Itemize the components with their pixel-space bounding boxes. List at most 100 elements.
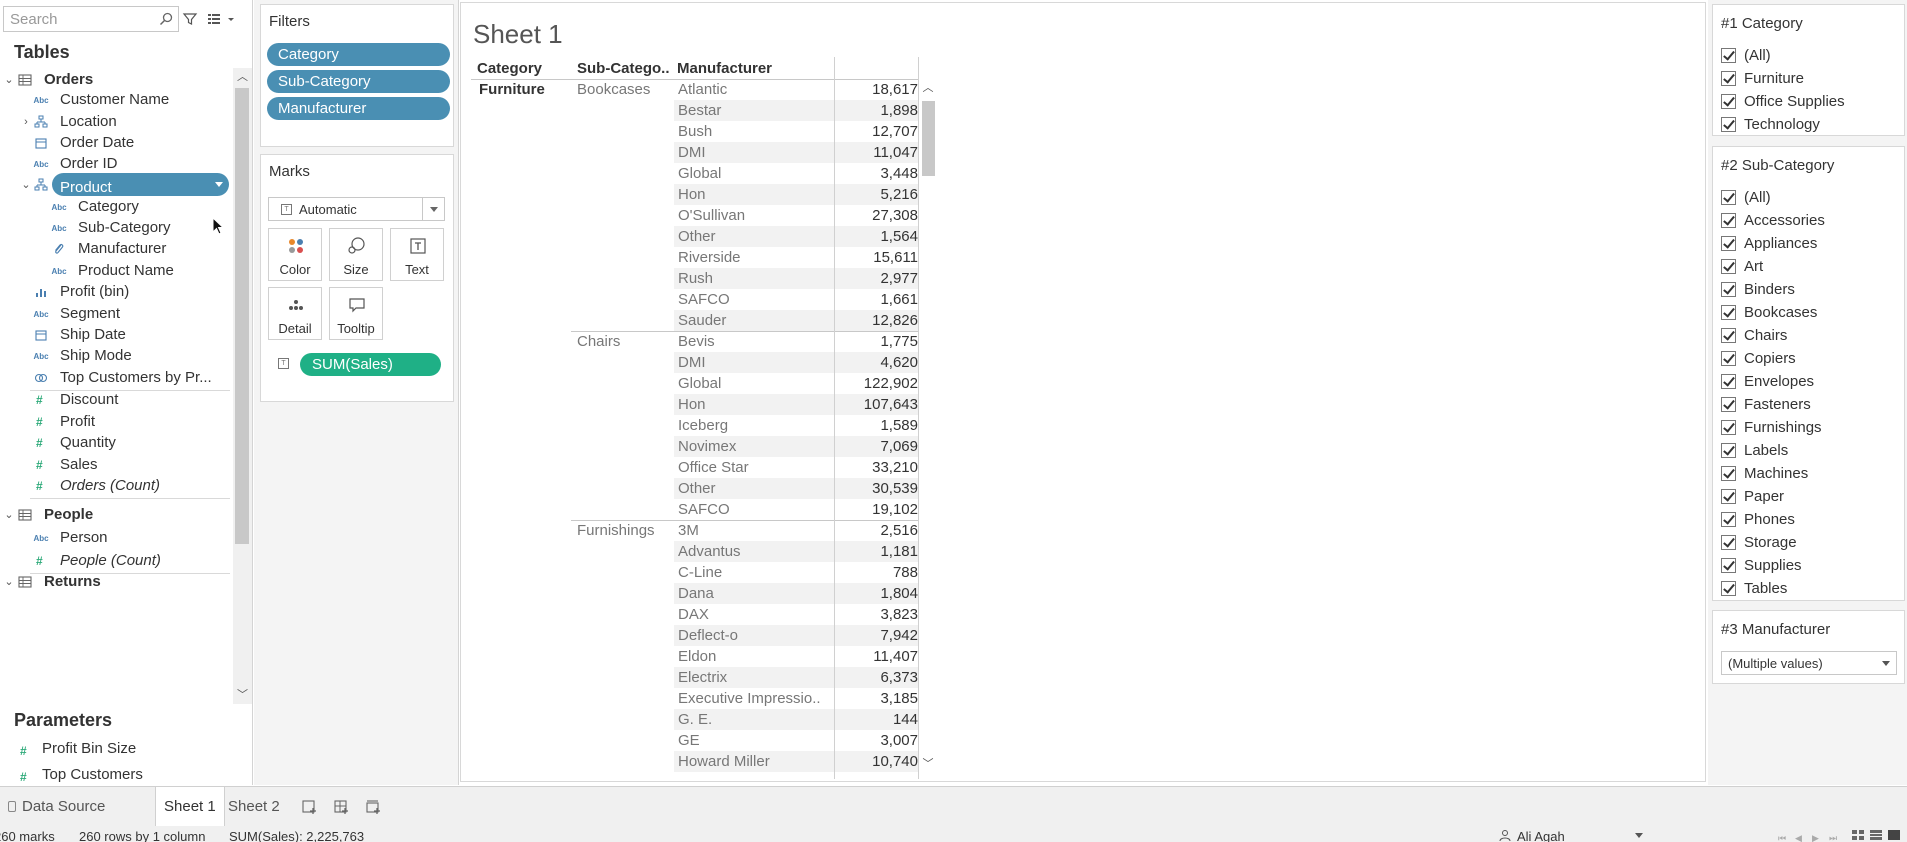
tabs-view-icon[interactable] [1888, 830, 1900, 840]
search-icon[interactable] [158, 11, 174, 27]
checkbox-checked-icon[interactable] [1721, 581, 1736, 596]
cell-value[interactable]: 18,617 [836, 79, 918, 100]
table-row[interactable]: Bestar 1,898 [461, 100, 921, 121]
checkbox-checked-icon[interactable] [1721, 420, 1736, 435]
checkbox-checked-icon[interactable] [1721, 236, 1736, 251]
field-item[interactable]: Manufacturer [0, 237, 232, 261]
cell-value[interactable]: 15,611 [836, 247, 918, 268]
cell-value[interactable]: 1,898 [836, 100, 918, 121]
table-section[interactable]: ⌄ People [0, 503, 232, 527]
table-row[interactable]: Furniture Bookcases Atlantic 18,617 [461, 79, 921, 100]
checkbox-checked-icon[interactable] [1721, 397, 1736, 412]
tooltip-button[interactable]: Tooltip [329, 287, 383, 340]
checkbox-checked-icon[interactable] [1721, 558, 1736, 573]
cell-value[interactable]: 144 [836, 709, 918, 730]
scrollbar-thumb[interactable] [922, 101, 935, 176]
field-item[interactable]: ⌄ Product [0, 173, 232, 197]
scrollbar-thumb[interactable] [235, 88, 249, 544]
table-row[interactable]: Global 122,902 [461, 373, 921, 394]
checkbox-checked-icon[interactable] [1721, 512, 1736, 527]
text-button[interactable]: Text [390, 228, 444, 281]
scroll-up-icon[interactable]: ︿ [919, 79, 937, 97]
chevron-down-icon[interactable]: ⌄ [3, 570, 15, 594]
cell-value[interactable]: 3,448 [836, 163, 918, 184]
table-row[interactable]: O'Sullivan 27,308 [461, 205, 921, 226]
mark-type-dropdown[interactable]: T Automatic [268, 197, 445, 221]
fields-scrollbar[interactable]: ︿ ﹀ [233, 68, 252, 704]
cell-value[interactable]: 11,407 [836, 646, 918, 667]
checkbox-checked-icon[interactable] [1721, 328, 1736, 343]
cell-value[interactable]: 33,210 [836, 457, 918, 478]
cell-value[interactable]: 11,047 [836, 142, 918, 163]
table-row[interactable]: Hon 107,643 [461, 394, 921, 415]
last-page-icon[interactable]: ⏭ [1829, 830, 1839, 842]
table-row[interactable]: Other 30,539 [461, 478, 921, 499]
table-row[interactable]: Furnishings 3M 2,516 [461, 520, 921, 541]
tab-data-source[interactable]: Data Source [2, 795, 111, 819]
scroll-down-icon[interactable]: ﹀ [919, 755, 937, 773]
checkbox-checked-icon[interactable] [1721, 374, 1736, 389]
table-row[interactable]: SAFCO 19,102 [461, 499, 921, 520]
checkbox-checked-icon[interactable] [1721, 305, 1736, 320]
field-item[interactable]: Profit (bin) [0, 280, 232, 304]
cell-value[interactable]: 30,539 [836, 478, 918, 499]
cell-value[interactable]: 1,181 [836, 541, 918, 562]
checkbox-checked-icon[interactable] [1721, 94, 1736, 109]
filter-pill-subcategory[interactable]: Sub-Category [267, 70, 450, 93]
table-row[interactable]: DAX 3,823 [461, 604, 921, 625]
text-mark-icon[interactable]: T [278, 358, 289, 369]
table-scrollbar[interactable]: ︿ ﹀ [919, 79, 937, 773]
cell-value[interactable]: 1,804 [836, 583, 918, 604]
checkbox-checked-icon[interactable] [1721, 190, 1736, 205]
table-section[interactable]: ⌄ Returns [0, 570, 232, 594]
checkbox-checked-icon[interactable] [1721, 466, 1736, 481]
sum-sales-pill[interactable]: SUM(Sales) [300, 353, 441, 376]
cell-value[interactable]: 107,643 [836, 394, 918, 415]
table-row[interactable]: Electrix 6,373 [461, 667, 921, 688]
table-row[interactable]: Riverside 15,611 [461, 247, 921, 268]
size-button[interactable]: Size [329, 228, 383, 281]
cell-value[interactable]: 122,902 [836, 373, 918, 394]
cell-value[interactable]: 4,620 [836, 352, 918, 373]
header-category[interactable]: Category [477, 60, 542, 77]
checkbox-checked-icon[interactable] [1721, 282, 1736, 297]
table-row[interactable]: Eldon 11,407 [461, 646, 921, 667]
selected-field-pill[interactable]: Product [52, 173, 229, 196]
chevron-down-icon[interactable] [215, 182, 223, 187]
color-button[interactable]: Color [268, 228, 322, 281]
header-subcategory[interactable]: Sub-Catego.. [577, 60, 670, 77]
table-row[interactable]: Deflect-o 7,942 [461, 625, 921, 646]
new-story-icon[interactable] [365, 799, 383, 815]
table-row[interactable]: Office Star 33,210 [461, 457, 921, 478]
table-row[interactable]: C-Line 788 [461, 562, 921, 583]
chevron-down-icon[interactable] [1876, 652, 1896, 674]
table-row[interactable]: G. E. 144 [461, 709, 921, 730]
cell-value[interactable]: 2,516 [836, 520, 918, 541]
filter-pill-category[interactable]: Category [267, 43, 450, 66]
cell-value[interactable]: 19,102 [836, 499, 918, 520]
table-row[interactable]: Other 1,564 [461, 226, 921, 247]
chevron-down-icon[interactable]: ⌄ [20, 173, 32, 197]
new-dashboard-icon[interactable] [333, 799, 351, 815]
checkbox-checked-icon[interactable] [1721, 351, 1736, 366]
next-page-icon[interactable]: ▶ [1812, 830, 1822, 842]
field-item[interactable]: Top Customers by Pr... [0, 366, 232, 390]
table-row[interactable]: Iceberg 1,589 [461, 415, 921, 436]
tab-sheet-1[interactable]: Sheet 1 [155, 787, 225, 826]
checkbox-checked-icon[interactable] [1721, 117, 1736, 132]
table-row[interactable]: GE 3,007 [461, 730, 921, 751]
cell-value[interactable]: 27,308 [836, 205, 918, 226]
checkbox-checked-icon[interactable] [1721, 443, 1736, 458]
field-item[interactable]: # Quantity [0, 431, 232, 455]
grid-view-icon[interactable] [1852, 830, 1864, 840]
field-item[interactable]: # Orders (Count) [0, 474, 232, 498]
checkbox-checked-icon[interactable] [1721, 48, 1736, 63]
view-options-icon[interactable] [206, 11, 236, 27]
cell-value[interactable]: 12,707 [836, 121, 918, 142]
checkbox-checked-icon[interactable] [1721, 213, 1736, 228]
table-row[interactable]: Sauder 12,826 [461, 310, 921, 331]
parameter-item[interactable]: # Top Customers [0, 763, 232, 787]
cell-value[interactable]: 788 [836, 562, 918, 583]
new-worksheet-icon[interactable] [301, 799, 319, 815]
cell-value[interactable]: 1,775 [836, 331, 918, 352]
